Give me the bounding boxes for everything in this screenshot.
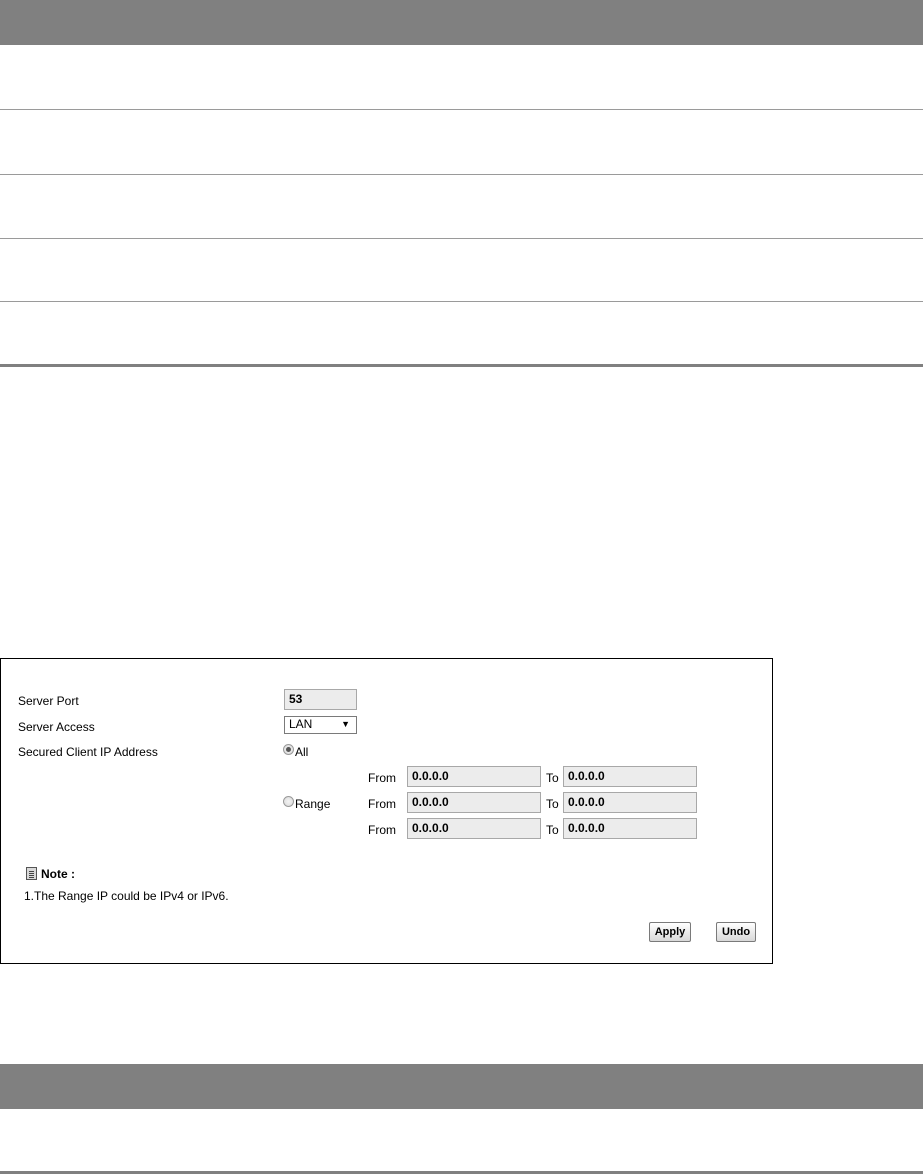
apply-button[interactable]: Apply — [649, 922, 691, 942]
triangle-down-icon: ▼ — [341, 719, 350, 729]
table-bottom-rule — [0, 364, 923, 367]
radio-all-label: All — [295, 745, 309, 759]
range-1-from-input[interactable]: 0.0.0.0 — [407, 766, 541, 787]
radio-all[interactable] — [283, 744, 294, 755]
range-3-from-input[interactable]: 0.0.0.0 — [407, 818, 541, 839]
table-row-divider — [0, 109, 923, 110]
range-from-label: From — [368, 797, 396, 811]
bottom-table-header — [0, 1064, 923, 1109]
table-row-divider — [0, 238, 923, 239]
range-1-to-input[interactable]: 0.0.0.0 — [563, 766, 697, 787]
range-from-label: From — [368, 771, 396, 785]
dns-server-settings-panel: Server Port 53 Server Access LAN ▼ Secur… — [0, 658, 773, 964]
server-port-label: Server Port — [18, 694, 79, 708]
note-document-icon — [26, 867, 37, 880]
top-table-header — [0, 0, 923, 45]
undo-button[interactable]: Undo — [716, 922, 756, 942]
table-row-divider — [0, 174, 923, 175]
range-from-label: From — [368, 823, 396, 837]
range-3-to-input[interactable]: 0.0.0.0 — [563, 818, 697, 839]
radio-range-label: Range — [295, 797, 331, 811]
range-to-label: To — [546, 771, 559, 785]
range-to-label: To — [546, 797, 559, 811]
range-to-label: To — [546, 823, 559, 837]
server-port-input[interactable]: 53 — [284, 689, 357, 710]
table-bottom-rule — [0, 1171, 923, 1174]
range-2-from-input[interactable]: 0.0.0.0 — [407, 792, 541, 813]
server-access-select[interactable]: LAN ▼ — [284, 716, 357, 734]
secured-client-ip-label: Secured Client IP Address — [18, 745, 158, 759]
radio-range[interactable] — [283, 796, 294, 807]
note-line: 1.The Range IP could be IPv4 or IPv6. — [24, 889, 229, 903]
server-access-selected: LAN — [289, 717, 313, 731]
server-access-label: Server Access — [18, 720, 95, 734]
note-title: Note : — [41, 867, 75, 881]
range-2-to-input[interactable]: 0.0.0.0 — [563, 792, 697, 813]
table-row-divider — [0, 301, 923, 302]
